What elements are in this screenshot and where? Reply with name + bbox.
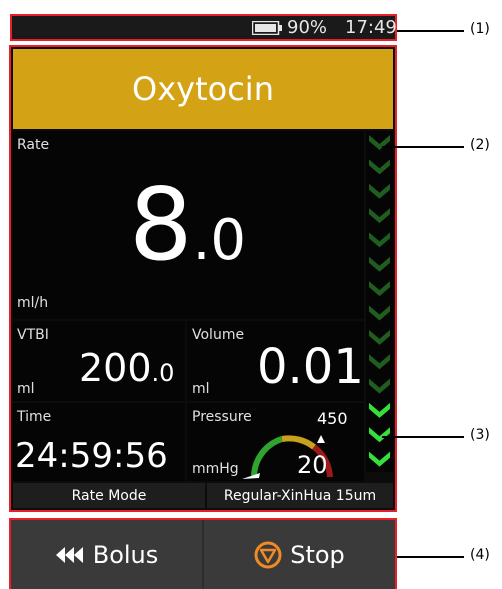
stop-icon (254, 541, 282, 568)
vtbi-value-int: 200 (79, 346, 152, 390)
vtbi-value: 200.0 (79, 349, 174, 387)
drip-chevrons (369, 135, 390, 467)
drug-header[interactable]: Oxytocin (13, 49, 393, 129)
vtbi-label: VTBI (17, 327, 49, 343)
rate-value-decimal: .0 (192, 208, 247, 273)
drip-chevron (369, 256, 390, 272)
vtbi-unit: ml (17, 381, 35, 397)
stop-button[interactable]: Stop (204, 520, 395, 589)
status-bar: 90% 17:49 (10, 14, 397, 41)
main-panel: Oxytocin Rate 8.0 ml/h VTBI 200.0 ml Vol… (9, 45, 397, 512)
drip-chevron-active (369, 402, 390, 418)
drip-chevron (369, 329, 390, 345)
callout-line-4 (397, 556, 464, 558)
time-value: 24:59:56 (15, 436, 168, 476)
drip-chevron (369, 354, 390, 370)
rate-label: Rate (17, 137, 50, 153)
mode-row: Rate Mode Regular-XinHua 15um (13, 483, 393, 508)
drip-chevron (369, 378, 390, 394)
vtbi-value-decimal: .0 (151, 359, 175, 387)
pressure-unit: mmHg (192, 461, 239, 477)
rate-value: 8.0 (129, 175, 246, 275)
rate-cell[interactable]: Rate 8.0 ml/h (13, 131, 364, 319)
drip-chevron (369, 305, 390, 321)
rate-mode[interactable]: Rate Mode (13, 483, 205, 508)
vtbi-cell[interactable]: VTBI 200.0 ml (13, 321, 185, 401)
battery-percent: 90% (287, 17, 328, 38)
drip-chevron (369, 208, 390, 224)
time-label: Time (17, 409, 52, 425)
syringe-brand[interactable]: Regular-XinHua 15um (207, 483, 393, 508)
drip-chevron (369, 183, 390, 199)
callout-4: (4) (470, 547, 490, 563)
time-cell[interactable]: Time 24:59:56 (13, 403, 185, 481)
drip-indicator (366, 131, 393, 472)
gauge-limit-marker (317, 435, 325, 443)
drip-chevron (369, 135, 390, 150)
rewind-icon (55, 546, 83, 563)
pressure-value: 20 (297, 451, 328, 479)
bolus-button[interactable]: Bolus (11, 520, 202, 589)
gauge-needle (242, 473, 260, 479)
pressure-cell[interactable]: Pressure 450 20 mmHg (187, 403, 364, 481)
callout-line-1 (397, 30, 464, 32)
rate-value-int: 8 (129, 166, 193, 283)
stop-label: Stop (290, 540, 345, 569)
callout-1: (1) (470, 21, 490, 37)
drip-chevron (369, 281, 390, 297)
drip-chevron-active (369, 427, 390, 443)
clock: 17:49 (345, 17, 397, 38)
drip-chevron-active (369, 451, 390, 467)
drug-name: Oxytocin (132, 70, 274, 108)
bolus-label: Bolus (92, 540, 159, 569)
rate-unit: ml/h (17, 295, 49, 311)
volume-cell[interactable]: Volume 0.01 ml (187, 321, 364, 401)
drip-chevron (369, 159, 390, 175)
callout-3: (3) (470, 427, 490, 443)
volume-value: 0.01 (257, 339, 364, 395)
volume-unit: ml (192, 381, 210, 397)
callout-2: (2) (470, 137, 490, 153)
battery-icon (252, 21, 282, 35)
drip-chevron (369, 232, 390, 248)
volume-label: Volume (192, 327, 245, 343)
callout-line-3 (382, 436, 464, 438)
callout-line-2 (382, 146, 464, 148)
button-bar: Bolus Stop (9, 518, 397, 589)
